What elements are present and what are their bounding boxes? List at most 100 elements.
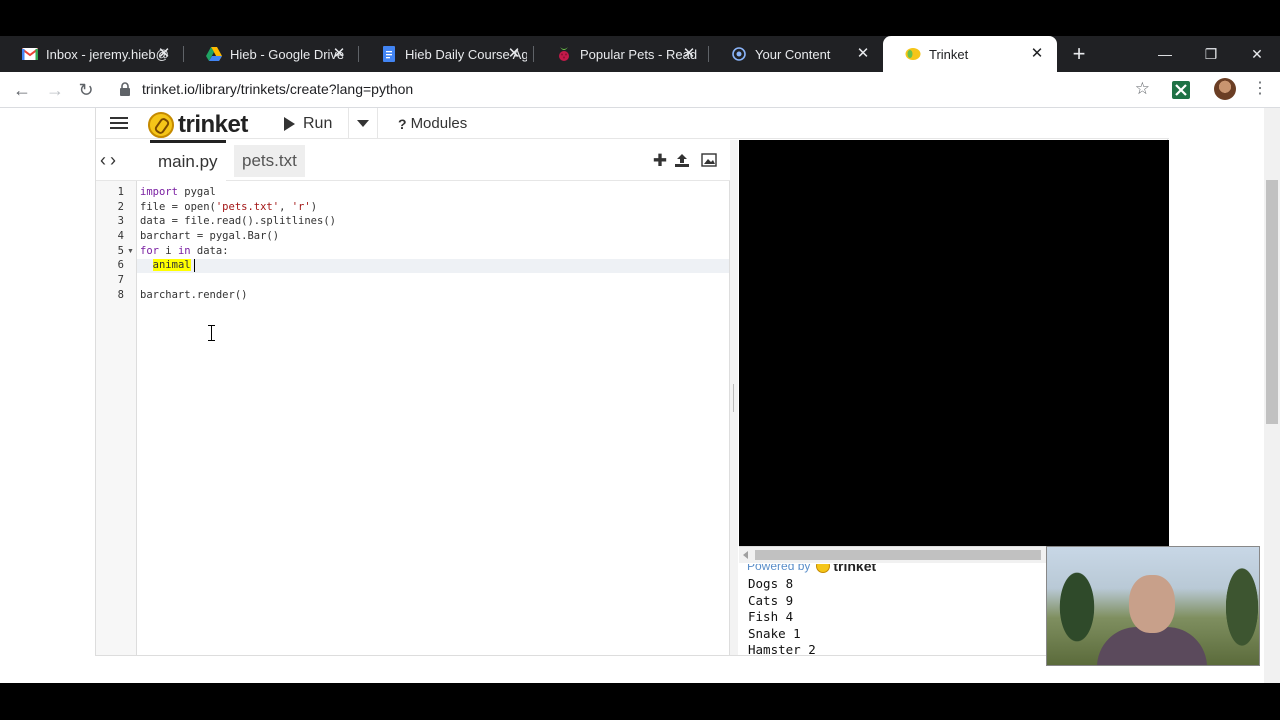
screen-bottom-bar [0, 683, 1280, 720]
code-line-4: barchart = pygal.Bar() [140, 230, 280, 242]
app-bottom-border [95, 655, 1168, 656]
run-label: Run [303, 114, 333, 132]
powered-by-banner[interactable]: Powered by trinket [747, 564, 876, 574]
question-icon: ? [398, 115, 407, 132]
presenter-head [1129, 575, 1175, 633]
fold-arrow-icon[interactable]: ▼ [127, 248, 134, 255]
url-text: trinket.io/library/trinkets/create?lang=… [142, 81, 414, 97]
line-number: 4 [117, 230, 124, 242]
scrollbar-thumb[interactable] [1266, 180, 1278, 424]
file-tab-pets-txt[interactable]: pets.txt [234, 145, 305, 177]
scroll-left-icon[interactable] [743, 551, 748, 559]
graphics-output-canvas [739, 140, 1169, 546]
text-output-console: Powered by trinket Dogs 8 Cats 9 Fish 4 … [739, 564, 1046, 656]
code-line-8: barchart.render() [140, 289, 248, 301]
google-drive-icon [206, 46, 222, 62]
code-line-3: data = file.read().splitlines() [140, 215, 336, 227]
output-line: Fish 4 [748, 609, 794, 624]
upload-icon[interactable] [673, 152, 691, 170]
modules-button[interactable]: ? Modules [398, 108, 467, 139]
browser-tab-popular-pets[interactable]: Popular Pets - Read ✕ [534, 36, 709, 72]
browser-tab-docs[interactable]: Hieb Daily Course Ag ✕ [359, 36, 534, 72]
file-tab-main-py[interactable]: main.py [150, 140, 226, 181]
new-tab-button[interactable]: + [1068, 43, 1090, 65]
image-icon[interactable] [700, 152, 718, 170]
panel-splitter[interactable] [730, 140, 738, 656]
line-number-gutter: 1 2 3 4 5 ▼ 6 7 8 [96, 181, 137, 656]
active-line-highlight [137, 259, 729, 273]
circle-icon [731, 46, 747, 62]
run-button[interactable]: Run [280, 108, 348, 139]
close-window-icon[interactable]: ✕ [1234, 36, 1280, 72]
hamburger-menu-icon[interactable] [110, 114, 128, 132]
caret-down-icon [357, 120, 369, 127]
line-number: 8 [117, 289, 124, 301]
line-number: 7 [117, 274, 124, 286]
code-line-1: import pygal [140, 186, 216, 198]
close-tab-icon[interactable]: ✕ [855, 46, 871, 62]
run-options-dropdown[interactable] [348, 108, 378, 139]
code-line-2: file = open('pets.txt', 'r') [140, 201, 318, 213]
close-tab-icon[interactable]: ✕ [156, 46, 172, 62]
trinket-logo-text: trinket [178, 111, 248, 138]
restore-icon[interactable]: ❐ [1188, 36, 1234, 72]
browser-tab-trinket[interactable]: Trinket ✕ [883, 36, 1057, 72]
trinket-icon [905, 46, 921, 62]
output-horizontal-scrollbar[interactable] [739, 546, 1046, 563]
code-editor-panel: ‹› main.py pets.txt ✚ 1 2 3 4 5 ▼ 6 7 8 … [96, 140, 730, 656]
output-line: Hamster 2 [748, 642, 816, 656]
code-line-5: for i in data: [140, 245, 229, 257]
output-line: Cats 9 [748, 593, 794, 608]
page-vertical-scrollbar[interactable] [1264, 108, 1280, 683]
trinket-logo-icon [148, 112, 174, 138]
profile-avatar[interactable] [1214, 78, 1236, 100]
powered-by-text: Powered by [747, 564, 811, 573]
modules-label: Modules [410, 115, 468, 132]
play-icon [284, 116, 295, 131]
close-tab-icon[interactable]: ✕ [506, 46, 522, 62]
close-tab-icon[interactable]: ✕ [1029, 46, 1045, 62]
browser-menu-icon[interactable]: ⋮ [1252, 79, 1268, 99]
text-cursor [194, 259, 195, 272]
trinket-toolbar: trinket Run ? Modules [96, 108, 1169, 139]
presenter-video [1097, 575, 1207, 665]
line-number: 1 [117, 186, 124, 198]
file-tab-label: pets.txt [242, 151, 297, 170]
code-line-6: animal [152, 259, 191, 271]
scrollbar-thumb[interactable] [755, 550, 1041, 560]
screen: Inbox - jeremy.hieb@ ✕ Hieb - Google Dri… [0, 0, 1280, 720]
forward-arrow-icon[interactable]: → [43, 78, 67, 102]
google-docs-icon [381, 46, 397, 62]
background-tree [1217, 547, 1259, 665]
extension-icon[interactable] [1172, 81, 1190, 99]
output-line: Dogs 8 [748, 576, 794, 591]
lock-icon [120, 82, 130, 96]
reload-icon[interactable]: ↻ [74, 78, 98, 102]
code-text-area[interactable]: import pygal file = open('pets.txt', 'r'… [137, 181, 729, 656]
add-file-icon[interactable]: ✚ [651, 152, 669, 170]
tab-title: Inbox - jeremy.hieb@ [46, 46, 168, 62]
back-arrow-icon[interactable]: ← [10, 78, 34, 102]
browser-tab-gmail[interactable]: Inbox - jeremy.hieb@ ✕ [0, 36, 184, 72]
trinket-app: trinket Run ? Modules ‹› main.py pets.tx… [95, 108, 1169, 656]
line-number: 5 [117, 245, 124, 257]
file-tab-label: main.py [158, 152, 218, 171]
bookmark-star-icon[interactable]: ☆ [1135, 79, 1150, 99]
trinket-logo[interactable]: trinket [148, 111, 248, 139]
powered-by-logo-text: trinket [833, 564, 877, 574]
file-tabs-bar: ‹› main.py pets.txt ✚ [96, 140, 730, 181]
close-tab-icon[interactable]: ✕ [681, 46, 697, 62]
browser-tab-strip: Inbox - jeremy.hieb@ ✕ Hieb - Google Dri… [0, 36, 1280, 72]
mouse-ibeam-cursor-icon [207, 325, 216, 341]
address-bar[interactable]: trinket.io/library/trinkets/create?lang=… [110, 76, 1164, 104]
raspberry-pi-icon [556, 46, 572, 62]
gmail-icon [22, 46, 38, 62]
browser-tab-your-content[interactable]: Your Content ✕ [709, 36, 883, 72]
tab-scroll-arrows-icon[interactable]: ‹› [100, 150, 120, 171]
webcam-overlay [1046, 546, 1260, 666]
browser-toolbar: ← → ↻ trinket.io/library/trinkets/create… [0, 72, 1280, 108]
close-tab-icon[interactable]: ✕ [331, 46, 347, 62]
browser-tab-drive[interactable]: Hieb - Google Drive ✕ [184, 36, 359, 72]
output-line: Snake 1 [748, 626, 801, 641]
minimize-icon[interactable]: — [1142, 36, 1188, 72]
